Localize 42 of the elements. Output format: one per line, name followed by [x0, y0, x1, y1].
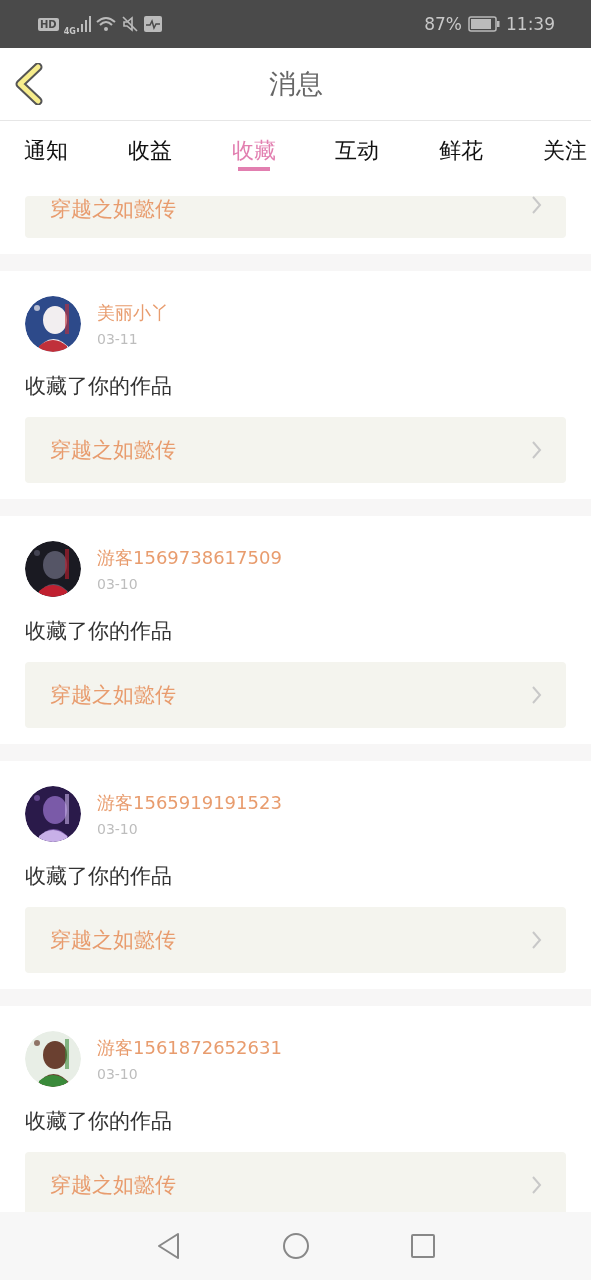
chevron-icon — [532, 196, 542, 214]
back-icon — [14, 63, 44, 105]
back-nav-button[interactable] — [155, 1232, 182, 1260]
network-label: 4G — [63, 26, 76, 36]
hd-badge: HD — [38, 17, 59, 31]
mute-icon — [120, 15, 139, 33]
date: 03-11 — [97, 331, 139, 347]
tab[interactable]: 关注 — [541, 121, 589, 175]
tab[interactable]: 收益 — [125, 121, 174, 175]
tab[interactable]: 通知 — [22, 121, 70, 175]
signal-icon — [76, 16, 91, 32]
chevron-icon — [532, 1176, 542, 1194]
back-button[interactable] — [14, 63, 44, 105]
clock: 11:39 — [506, 14, 555, 34]
work-link[interactable]: 穿越之如懿传 — [25, 907, 566, 973]
action-text: 收藏了你的作品 — [25, 373, 173, 400]
action-text: 收藏了你的作品 — [25, 863, 173, 890]
page-title: 消息 — [268, 67, 323, 101]
home-button[interactable] — [281, 1232, 310, 1260]
tab[interactable]: 鲜花 — [437, 121, 486, 175]
user-name[interactable]: 游客1561872652631 — [97, 1036, 282, 1060]
work-link[interactable]: 穿越之如懿传 — [25, 1152, 566, 1212]
action-text: 收藏了你的作品 — [25, 618, 173, 645]
date: 03-10 — [97, 821, 139, 837]
activity-icon — [143, 16, 162, 32]
chevron-icon — [532, 441, 542, 459]
recents-button[interactable] — [409, 1233, 436, 1259]
battery-icon — [468, 16, 500, 32]
wifi-icon — [95, 16, 116, 32]
action-text: 收藏了你的作品 — [25, 1108, 173, 1135]
chevron-icon — [532, 931, 542, 949]
tab[interactable]: 互动 — [333, 121, 382, 175]
work-link[interactable]: 穿越之如懿传 — [25, 662, 566, 728]
user-name[interactable]: 游客1565919191523 — [97, 791, 282, 815]
work-link[interactable]: 穿越之如懿传 — [25, 417, 566, 483]
date: 03-10 — [97, 1066, 139, 1082]
user-name[interactable]: 美丽小丫 — [97, 301, 169, 325]
battery-percent: 87% — [424, 14, 462, 34]
chevron-icon — [532, 686, 542, 704]
date: 03-10 — [97, 576, 139, 592]
user-name[interactable]: 游客1569738617509 — [97, 546, 282, 570]
work-link[interactable]: 穿越之如懿传 — [25, 196, 566, 238]
